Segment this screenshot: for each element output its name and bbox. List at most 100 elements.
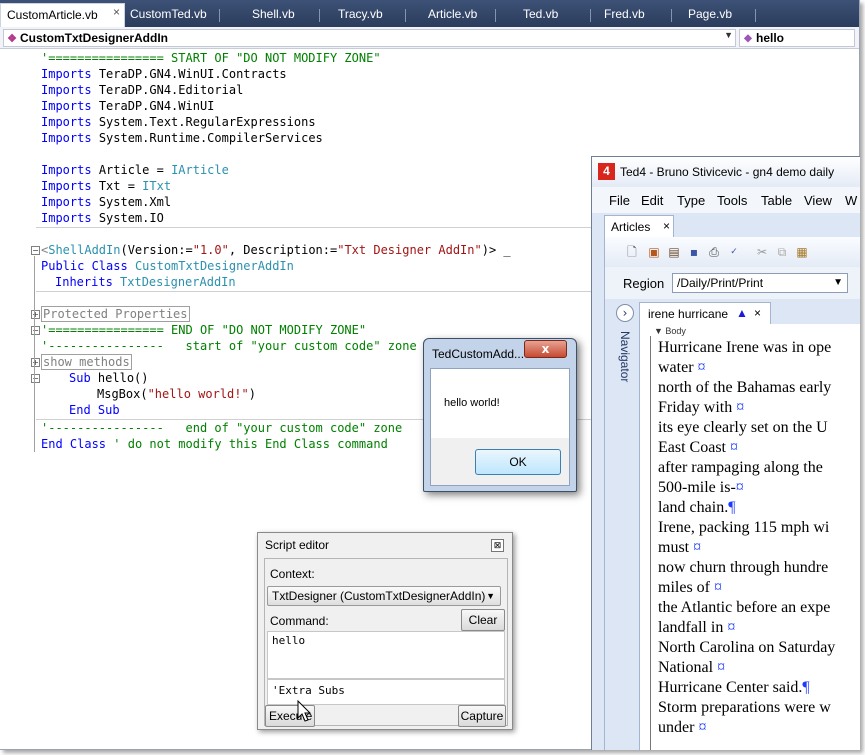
document-line: Hurricane Center said.¶ — [658, 678, 860, 698]
tab-ted[interactable]: Ted.vb — [523, 6, 591, 24]
close-icon[interactable]: × — [113, 5, 120, 19]
region-select[interactable]: /Daily/Print/Print ▼ — [672, 273, 848, 293]
menu-type[interactable]: Type — [677, 193, 705, 208]
collapsed-region[interactable]: Protected Properties — [41, 306, 190, 322]
message-text: hello world! — [444, 397, 500, 409]
ok-button[interactable]: OK — [475, 449, 561, 475]
menu-bar: File Edit Type Tools Table View W — [592, 187, 860, 213]
code-line: Imports TeraDP.GN4.WinUI — [41, 98, 859, 114]
mouse-cursor-icon — [297, 700, 312, 722]
command-input[interactable]: hello — [267, 631, 505, 679]
tab-shell[interactable]: Shell.vb — [252, 6, 320, 24]
document-line-text: water — [658, 359, 698, 376]
keyword: Imports — [41, 179, 92, 193]
code-line: Imports System.Text.RegularExpressions — [41, 114, 859, 130]
namespace-text: System.Runtime.CompilerServices — [98, 131, 323, 145]
keyword: Inherits — [55, 275, 113, 289]
type-text: IArticle — [171, 163, 229, 177]
tab-label: Page.vb — [688, 7, 733, 21]
collapse-icon[interactable]: − — [31, 326, 40, 335]
cut-icon[interactable]: ✂ — [755, 245, 769, 259]
toolbar: 🗋 ▣ ▤ ▪ ⎙ ✓ ✂ ⧉ ▦ — [604, 237, 860, 267]
menu-file[interactable]: File — [609, 193, 630, 208]
collapse-icon[interactable]: − — [31, 374, 40, 383]
close-icon[interactable]: × — [663, 219, 670, 233]
document-editor[interactable]: ▼ Body Hurricane Irene was in ope water ¤… — [639, 324, 860, 750]
comment-text: '================ END OF "DO NOT MODIFY … — [41, 323, 367, 337]
document-line-text: land chain. — [658, 499, 729, 516]
tab-separator — [219, 9, 220, 22]
title-bar: 4 Ted4 - Bruno Stivicevic - gn4 demo dai… — [592, 157, 860, 187]
namespace-text: System.Text.RegularExpressions — [98, 115, 316, 129]
code-text: MsgBox( — [97, 387, 148, 401]
open-icon[interactable]: ▣ — [647, 245, 661, 259]
document-line: north of the Bahamas early — [658, 378, 860, 398]
print-icon[interactable]: ⎙ — [707, 245, 721, 259]
document-line-text: Hurricane Center said. — [658, 679, 803, 696]
dialog-title: TedCustomAdd... — [432, 347, 525, 361]
save-icon[interactable]: ▪ — [687, 245, 701, 259]
menu-table[interactable]: Table — [761, 193, 792, 208]
spellcheck-icon[interactable]: ✓ — [727, 245, 741, 259]
article-body-text[interactable]: Hurricane Irene was in ope water ¤ north o… — [658, 338, 860, 738]
tab-irene-hurricane[interactable]: irene hurricane ▲ × — [639, 302, 771, 324]
keyword: Imports — [41, 163, 92, 177]
chevron-down-icon: ▼ — [486, 591, 495, 601]
menu-view[interactable]: View — [804, 193, 832, 208]
string-literal: "1.0" — [192, 243, 229, 257]
navigator-label[interactable]: Navigator — [618, 331, 632, 382]
paste-icon[interactable]: ▦ — [795, 245, 809, 259]
document-line: East Coast ¤ — [658, 438, 860, 458]
document-line-text: its eye clearly set on the U — [658, 419, 828, 436]
tab-page[interactable]: Page.vb — [688, 6, 756, 24]
document-line-text: Irene, packing 115 mph wi — [658, 519, 830, 536]
document-line-text: Hurricane Irene was in ope — [658, 339, 832, 356]
keyword: Imports — [41, 131, 92, 145]
copy-icon[interactable]: ⧉ — [775, 245, 789, 259]
close-button[interactable]: ⊠ — [491, 539, 504, 552]
keyword: Imports — [41, 67, 92, 81]
method-name: hello() — [97, 371, 149, 385]
document-line: 500-mile is-¤ — [658, 478, 860, 498]
region-value: /Daily/Print/Print — [677, 276, 764, 290]
warning-triangle-icon: ▲ — [736, 306, 748, 320]
output-text: 'Extra Subs — [272, 684, 345, 697]
member-dropdown[interactable]: ◆ hello — [739, 29, 855, 47]
window-title: Ted4 - Bruno Stivicevic - gn4 demo daily — [620, 165, 835, 179]
outline-guide — [34, 256, 35, 452]
tab-customted[interactable]: CustomTed.vb — [130, 6, 220, 24]
keyword: End Sub — [69, 403, 120, 417]
close-button[interactable]: x — [524, 340, 567, 358]
close-icon[interactable]: × — [754, 306, 761, 320]
collapsed-region[interactable]: show methods — [41, 354, 132, 370]
document-tab-bar: CustomArticle.vb × CustomTed.vb Shell.vb… — [0, 0, 859, 27]
formatting-mark: ¤ — [735, 479, 744, 496]
expand-navigator-icon[interactable]: › — [616, 304, 634, 322]
collapse-icon[interactable]: − — [31, 246, 40, 255]
tab-customarticle[interactable]: CustomArticle.vb × — [0, 3, 125, 27]
document-line-text: National — [658, 659, 718, 676]
tab-fred[interactable]: Fred.vb — [604, 6, 672, 24]
chevron-down-icon: ▼ — [724, 30, 733, 40]
folder-icon[interactable]: ▤ — [667, 245, 681, 259]
clear-button[interactable]: Clear — [461, 609, 505, 631]
menu-edit[interactable]: Edit — [641, 193, 663, 208]
capture-button[interactable]: Capture — [458, 705, 506, 727]
expand-icon[interactable]: + — [31, 358, 40, 367]
tab-article[interactable]: Article.vb — [428, 6, 496, 24]
dialog-panel: hello world! OK — [430, 368, 570, 486]
menu-window[interactable]: W — [845, 193, 857, 208]
expand-icon[interactable]: + — [31, 310, 40, 319]
context-select[interactable]: TxtDesigner (CustomTxtDesignerAddIn) ▼ — [267, 586, 501, 606]
document-line-text: under — [658, 719, 699, 736]
class-dropdown[interactable]: ❖ CustomTxtDesignerAddIn ▼ — [3, 29, 736, 47]
tab-separator — [590, 9, 591, 22]
tab-articles[interactable]: Articles × — [604, 215, 674, 237]
tab-label: CustomArticle.vb — [7, 8, 98, 22]
new-document-icon[interactable]: 🗋 — [625, 245, 639, 259]
document-line: landfall in ¤ — [658, 618, 860, 638]
tab-tracy[interactable]: Tracy.vb — [338, 6, 406, 24]
region-row: Region /Daily/Print/Print ▼ — [604, 267, 860, 299]
menu-tools[interactable]: Tools — [717, 193, 747, 208]
namespace-text: System.Xml — [98, 195, 172, 209]
